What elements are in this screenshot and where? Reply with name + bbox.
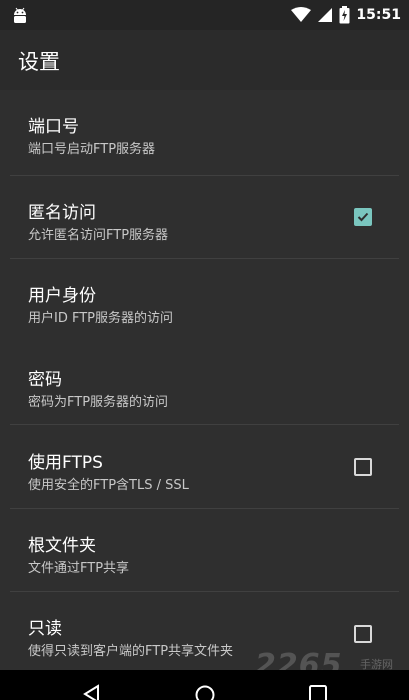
setting-summary: 允许匿名访问FTP服务器 [28,228,169,243]
setting-summary: 端口号启动FTP服务器 [28,142,156,157]
setting-anonymous-access[interactable]: 匿名访问 允许匿名访问FTP服务器 [0,176,409,259]
home-icon[interactable] [194,684,216,700]
back-icon[interactable] [82,684,102,700]
setting-title: 只读 [28,619,62,639]
status-bar: 15:51 [0,0,409,30]
setting-use-ftps[interactable]: 使用FTPS 使用安全的FTP含TLS / SSL [0,426,409,509]
navigation-bar [0,670,409,700]
android-icon [14,7,26,23]
divider [10,424,399,425]
setting-port[interactable]: 端口号 端口号启动FTP服务器 [0,90,409,173]
setting-summary: 密码为FTP服务器的访问 [28,395,169,410]
wifi-icon [291,7,312,22]
setting-read-only[interactable]: 只读 使得只读到客户端的FTP共享文件夹 [0,592,409,675]
setting-title: 使用FTPS [28,453,103,473]
battery-charging-icon [339,6,350,24]
status-time: 15:51 [356,7,401,23]
read-only-checkbox[interactable] [354,625,372,643]
anonymous-access-checkbox[interactable] [354,208,372,226]
setting-summary: 文件通过FTP共享 [28,561,130,576]
setting-title: 根文件夹 [28,536,96,556]
setting-title: 密码 [28,370,62,390]
setting-summary: 使得只读到客户端的FTP共享文件夹 [28,644,234,659]
setting-root-folder[interactable]: 根文件夹 文件通过FTP共享 [0,509,409,592]
settings-list: 端口号 端口号启动FTP服务器 匿名访问 允许匿名访问FTP服务器 用户身份 用… [0,90,409,670]
setting-title: 端口号 [28,117,79,137]
recents-icon[interactable] [308,684,328,700]
setting-summary: 使用安全的FTP含TLS / SSL [28,478,189,493]
app-toolbar: 设置 [0,30,409,90]
setting-title: 匿名访问 [28,203,96,223]
setting-password[interactable]: 密码 密码为FTP服务器的访问 [0,343,409,426]
setting-user-id[interactable]: 用户身份 用户ID FTP服务器的访问 [0,259,409,342]
checkmark-icon [357,212,369,222]
signal-icon [318,8,333,22]
page-title: 设置 [18,50,60,74]
setting-summary: 用户ID FTP服务器的访问 [28,311,174,326]
setting-title: 用户身份 [28,286,96,306]
use-ftps-checkbox[interactable] [354,458,372,476]
